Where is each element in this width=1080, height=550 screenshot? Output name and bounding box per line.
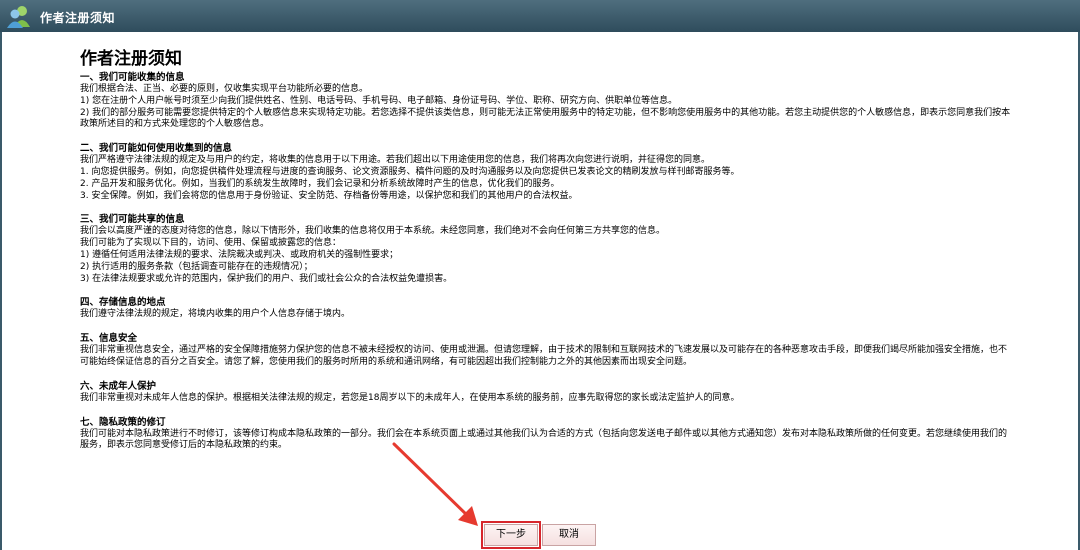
next-button[interactable]: 下一步 [481, 521, 541, 549]
section-line: 2) 我们的部分服务可能需要您提供特定的个人敏感信息来实现特定功能。若您选择不提… [80, 107, 1011, 130]
notice-document: 作者注册须知 一、我们可能收集的信息 我们根据合法、正当、必要的原则，仅收集实现… [80, 48, 1015, 464]
arrow-icon [392, 442, 478, 526]
section-security: 五、信息安全 我们非常重视信息安全，通过严格的安全保障措施努力保护您的信息不被未… [80, 333, 1015, 369]
section-line: 3. 安全保障。例如，我们会将您的信息用于身份验证、安全防范、存档备份等用途，以… [80, 190, 578, 201]
page-title: 作者注册须知 [80, 49, 182, 69]
cancel-button[interactable]: 取消 [542, 524, 596, 546]
section-revision: 七、隐私政策的修订 我们可能对本隐私政策进行不时修订，该等修订构成本隐私政策的一… [80, 417, 1015, 453]
users-icon [7, 6, 30, 28]
section-collect: 一、我们可能收集的信息 我们根据合法、正当、必要的原则，仅收集实现平台功能所必要… [80, 72, 1015, 131]
section-line: 1) 遵循任何适用法律法规的要求、法院裁决或判决、或政府机关的强制性要求； [80, 249, 399, 260]
window-titlebar: 作者注册须知 [0, 0, 1080, 32]
section-title: 四、存储信息的地点 [80, 297, 166, 309]
section-line: 1. 向您提供服务。例如，向您提供稿件处理流程与进度的查询服务、论文资源服务、稿… [80, 166, 740, 177]
section-title: 五、信息安全 [80, 333, 138, 345]
section-use: 二、我们可能如何使用收集到的信息 我们严格遵守法律法规的规定及与用户的约定，将收… [80, 143, 1015, 202]
section-line: 2) 执行适用的服务条款（包括调查可能存在的违规情况）； [80, 261, 313, 272]
section-line: 我们会以高度严谨的态度对待您的信息，除以下情形外，我们收集的信息将仅用于本系统。… [80, 226, 666, 237]
section-storage: 四、存储信息的地点 我们遵守法律法规的规定，将境内收集的用户个人信息存储于境内。 [80, 297, 1015, 321]
section-line: 我们严格遵守法律法规的规定及与用户的约定，将收集的信息用于以下用途。若我们超出以… [80, 155, 711, 166]
section-line: 我们根据合法、正当、必要的原则，仅收集实现平台功能所必要的信息。 [80, 84, 369, 94]
section-title: 三、我们可能共享的信息 [80, 214, 185, 226]
section-minors: 六、未成年人保护 我们非常重视对未成年人信息的保护。根据相关法律法规的规定，若您… [80, 381, 1015, 405]
section-line: 我们非常重视对未成年人信息的保护。根据相关法律法规的规定，若您是18周岁以下的未… [80, 392, 740, 403]
section-line: 我们非常重视信息安全，通过严格的安全保障措施努力保护您的信息不被未经授权的访问、… [80, 345, 1008, 367]
section-title: 六、未成年人保护 [80, 380, 157, 392]
section-line: 我们可能为了实现以下目的，访问、使用、保留或披露您的信息： [80, 238, 342, 249]
window-title: 作者注册须知 [40, 11, 116, 25]
section-title: 二、我们可能如何使用收集到的信息 [80, 143, 233, 155]
section-line: 1) 您在注册个人用户帐号时须至少向我们提供姓名、性别、电话号码、手机号码、电子… [80, 95, 678, 106]
section-title: 一、我们可能收集的信息 [80, 72, 185, 83]
section-line: 2. 产品开发和服务优化。例如，当我们的系统发生故障时，我们会记录和分析系统故障… [80, 178, 560, 189]
section-share: 三、我们可能共享的信息 我们会以高度严谨的态度对待您的信息，除以下情形外，我们收… [80, 214, 1015, 285]
section-line: 我们遵守法律法规的规定，将境内收集的用户个人信息存储于境内。 [80, 309, 351, 320]
section-line: 3) 在法律法规要求或允许的范围内，保护我们的用户、我们或社会公众的合法权益免遭… [80, 273, 453, 284]
frame-edge-left [0, 32, 2, 550]
section-line: 我们可能对本隐私政策进行不时修订，该等修订构成本隐私政策的一部分。我们会在本系统… [80, 428, 1008, 451]
section-title: 七、隐私政策的修订 [80, 416, 166, 428]
